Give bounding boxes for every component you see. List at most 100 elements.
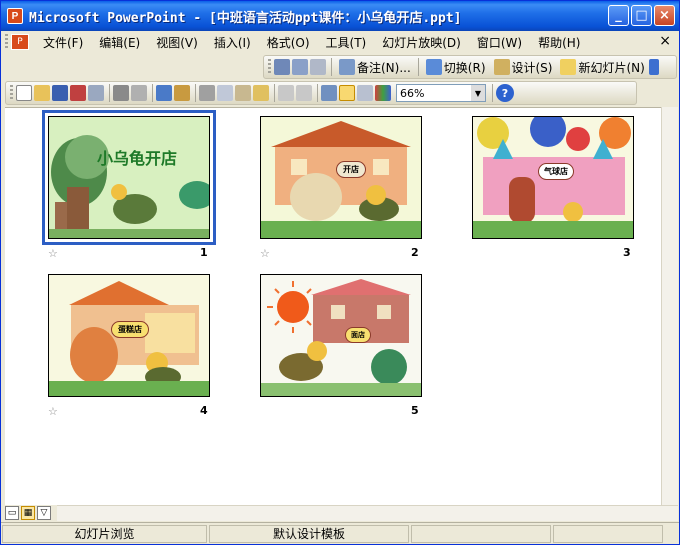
- save-icon[interactable]: [52, 85, 68, 101]
- undo-icon[interactable]: [278, 85, 294, 101]
- slide-1-illustration: [49, 117, 209, 238]
- menu-help[interactable]: 帮助(H): [530, 34, 588, 51]
- close-button[interactable]: ×: [654, 5, 675, 26]
- slide-5-number: 5: [411, 404, 419, 417]
- slide-2-number: 2: [411, 246, 419, 259]
- slide-4-number: 4: [200, 404, 208, 417]
- slide-thumbnail-2[interactable]: 开店: [260, 116, 422, 239]
- paste-icon[interactable]: [235, 85, 251, 101]
- transition-button[interactable]: 切换(R): [422, 59, 490, 76]
- design-button[interactable]: 设计(S): [490, 59, 557, 76]
- notes-icon: [339, 59, 355, 75]
- toolbar-separator: [152, 84, 153, 102]
- rehearse-timings-icon[interactable]: [292, 59, 308, 75]
- zoom-combobox[interactable]: 66% ▼: [396, 84, 486, 102]
- slide-sorter-toolbar: 备注(N)... 切换(R) 设计(S) 新幻灯片(N): [263, 55, 677, 79]
- window-controls: _ □ ×: [608, 5, 675, 26]
- menu-file[interactable]: 文件(F): [35, 34, 91, 51]
- design-icon: [493, 59, 510, 75]
- summary-slide-icon[interactable]: [310, 59, 326, 75]
- status-empty-cell: [553, 524, 663, 543]
- print-preview-icon[interactable]: [131, 85, 147, 101]
- slide-sorter-view-icon[interactable]: ▦: [21, 506, 35, 520]
- status-view-name: 幻灯片浏览: [2, 524, 207, 543]
- toolbar-separator: [492, 84, 493, 102]
- slide-3-number: 3: [623, 246, 631, 259]
- notes-label: 备注(N)...: [357, 60, 411, 75]
- menu-window[interactable]: 窗口(W): [469, 34, 530, 51]
- print-icon[interactable]: [113, 85, 129, 101]
- toolbar-grip-handle[interactable]: [10, 85, 13, 101]
- slide-2-illustration: [261, 117, 421, 238]
- toolbar-separator: [109, 84, 110, 102]
- cut-icon[interactable]: [199, 85, 215, 101]
- chevron-down-icon[interactable]: ▼: [471, 85, 485, 101]
- powerpoint-app-icon[interactable]: P: [7, 8, 23, 24]
- new-document-icon[interactable]: [16, 85, 32, 101]
- slide-3-sign: 气球店: [538, 163, 574, 180]
- show-formatting-icon[interactable]: [339, 85, 355, 101]
- format-painter-icon[interactable]: [253, 85, 269, 101]
- new-slide-button[interactable]: 新幻灯片(N): [556, 59, 648, 76]
- slideshow-view-icon[interactable]: ▽: [37, 506, 51, 520]
- slide-thumbnail-4[interactable]: 蛋糕店: [48, 274, 210, 397]
- status-design-template: 默认设计模板: [209, 524, 409, 543]
- menu-edit[interactable]: 编辑(E): [91, 34, 148, 51]
- document-menu-icon[interactable]: P: [11, 34, 29, 50]
- hide-slide-icon[interactable]: [274, 59, 290, 75]
- menu-slideshow[interactable]: 幻灯片放映(D): [374, 34, 469, 51]
- permission-icon[interactable]: [70, 85, 86, 101]
- menu-grip-handle[interactable]: [5, 34, 8, 50]
- powerpoint-window: P Microsoft PowerPoint - [中班语言活动ppt课件：小乌…: [0, 0, 680, 545]
- slide-sorter-pane[interactable]: 小乌龟开店 ☆ 1 开店 ☆ 2 气球店 3 蛋糕店 ☆ 4 面店 5: [5, 107, 661, 505]
- menu-bar: P 文件(F) 编辑(E) 视图(V) 插入(I) 格式(O) 工具(T) 幻灯…: [1, 31, 679, 53]
- toolbar-separator: [331, 58, 332, 76]
- transition-label: 切换(R): [443, 60, 486, 75]
- vertical-scrollbar[interactable]: [661, 107, 678, 505]
- slide-4-star-icon: ☆: [48, 405, 58, 418]
- toolbar-separator: [195, 84, 196, 102]
- toolbar-separator: [317, 84, 318, 102]
- notes-button[interactable]: 备注(N)...: [335, 59, 415, 76]
- slide-2-star-icon: ☆: [260, 247, 270, 260]
- document-close-icon[interactable]: ×: [659, 33, 671, 49]
- research-icon[interactable]: [174, 85, 190, 101]
- show-grid-icon[interactable]: [357, 85, 373, 101]
- slide-4-sign: 蛋糕店: [111, 321, 149, 338]
- slide-5-sign: 面店: [345, 327, 371, 343]
- standard-toolbar: 66% ▼ ?: [5, 81, 637, 105]
- toolbar-options-chevron-icon[interactable]: [648, 59, 659, 75]
- slide-5-illustration: [261, 275, 421, 396]
- toolbar-separator: [274, 84, 275, 102]
- new-slide-label: 新幻灯片(N): [578, 60, 645, 75]
- normal-view-icon[interactable]: ▭: [5, 506, 19, 520]
- horizontal-scrollbar[interactable]: [57, 505, 678, 521]
- new-slide-icon: [560, 59, 577, 75]
- menu-view[interactable]: 视图(V): [148, 34, 206, 51]
- menu-tools[interactable]: 工具(T): [318, 34, 375, 51]
- color-grayscale-icon[interactable]: [375, 85, 391, 101]
- zoom-value: 66%: [400, 86, 425, 100]
- maximize-button[interactable]: □: [631, 5, 652, 26]
- slide-1-title: 小乌龟开店: [97, 149, 178, 168]
- slide-thumbnail-5[interactable]: 面店: [260, 274, 422, 397]
- minimize-button[interactable]: _: [608, 5, 629, 26]
- title-bar[interactable]: P Microsoft PowerPoint - [中班语言活动ppt课件：小乌…: [1, 1, 679, 31]
- slide-thumbnail-3[interactable]: 气球店: [472, 116, 634, 239]
- redo-icon[interactable]: [296, 85, 312, 101]
- open-folder-icon[interactable]: [34, 85, 50, 101]
- slide-2-sign: 开店: [336, 161, 366, 178]
- window-title: Microsoft PowerPoint - [中班语言活动ppt课件：小乌龟开…: [29, 10, 462, 26]
- view-switcher-bar: ▭ ▦ ▽: [5, 505, 678, 521]
- menu-insert[interactable]: 插入(I): [206, 34, 259, 51]
- copy-icon[interactable]: [217, 85, 233, 101]
- expand-all-icon[interactable]: [321, 85, 337, 101]
- email-icon[interactable]: [88, 85, 104, 101]
- help-icon[interactable]: ?: [496, 84, 514, 102]
- spelling-icon[interactable]: [156, 85, 172, 101]
- slide-1-number: 1: [200, 246, 208, 259]
- toolbar-separator: [417, 58, 419, 76]
- slide-thumbnail-1[interactable]: 小乌龟开店: [42, 110, 216, 245]
- menu-format[interactable]: 格式(O): [259, 34, 318, 51]
- toolbar-grip-handle[interactable]: [268, 59, 271, 75]
